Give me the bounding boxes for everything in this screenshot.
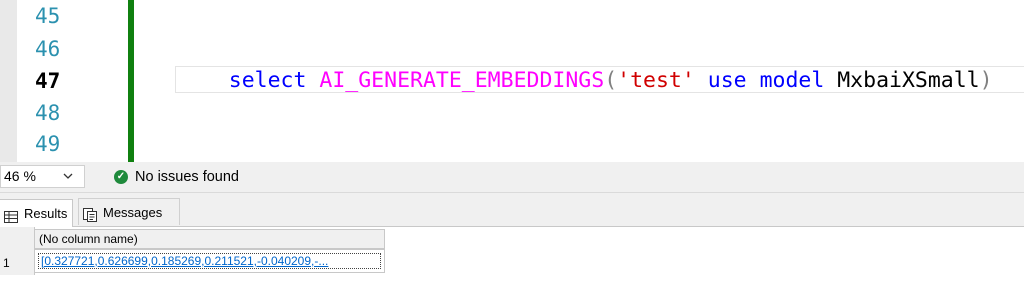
grid-icon (4, 207, 18, 223)
result-cell-link[interactable]: [0.327721,0.626699,0.185269,0.211521,-0.… (38, 253, 381, 269)
paren-open-token: ( (604, 68, 618, 93)
results-tab-strip: Results Messages (0, 193, 1024, 227)
line-number: 45 (35, 4, 61, 28)
query-editor[interactable]: 45 46 47 48 49 select AI_GENERATE_EMBEDD… (0, 0, 1024, 162)
check-circle-icon: ✓ (114, 170, 128, 184)
tab-results[interactable]: Results (0, 199, 73, 227)
results-grid[interactable]: (No column name) 1 [0.327721,0.626699,0.… (0, 227, 1024, 287)
change-tracking-bar (128, 0, 134, 162)
chevron-down-icon[interactable] (62, 166, 74, 194)
keyword-token: use (707, 68, 747, 93)
string-token: 'test' (617, 68, 695, 93)
identifier-token: MxbaiXSmall (824, 68, 980, 93)
function-token: AI_GENERATE_EMBEDDINGS (319, 68, 605, 93)
tab-messages[interactable]: Messages (78, 198, 180, 225)
keyword-token: select (228, 68, 307, 93)
result-cell[interactable]: [0.327721,0.626699,0.185269,0.211521,-0.… (34, 249, 385, 273)
zoom-dropdown[interactable]: 46 % (0, 165, 85, 188)
tab-messages-label: Messages (103, 204, 163, 220)
tab-results-label: Results (24, 206, 68, 221)
issues-status-text: No issues found (135, 169, 239, 185)
line-number-current: 47 (35, 69, 61, 93)
keyword-token: model (759, 68, 825, 93)
results-pane: Results Messages (No column name) 1 [0.3… (0, 193, 1024, 287)
paren-close-token: ) (979, 68, 993, 93)
column-header[interactable]: (No column name) (34, 229, 385, 249)
issues-indicator[interactable]: ✓ No issues found (114, 168, 239, 186)
line-number: 49 (35, 132, 61, 156)
code-line-46[interactable]: select AI_GENERATE_EMBEDDINGS('test' use… (177, 33, 993, 93)
line-number: 46 (35, 37, 61, 61)
line-number: 48 (35, 101, 61, 125)
editor-margin (0, 0, 17, 162)
line-number-gutter: 45 46 47 48 49 (17, 0, 117, 162)
row-number[interactable]: 1 (3, 256, 10, 270)
messages-icon (83, 205, 97, 222)
editor-status-bar: 46 % ✓ No issues found (0, 162, 1024, 193)
zoom-value: 46 % (4, 168, 36, 184)
